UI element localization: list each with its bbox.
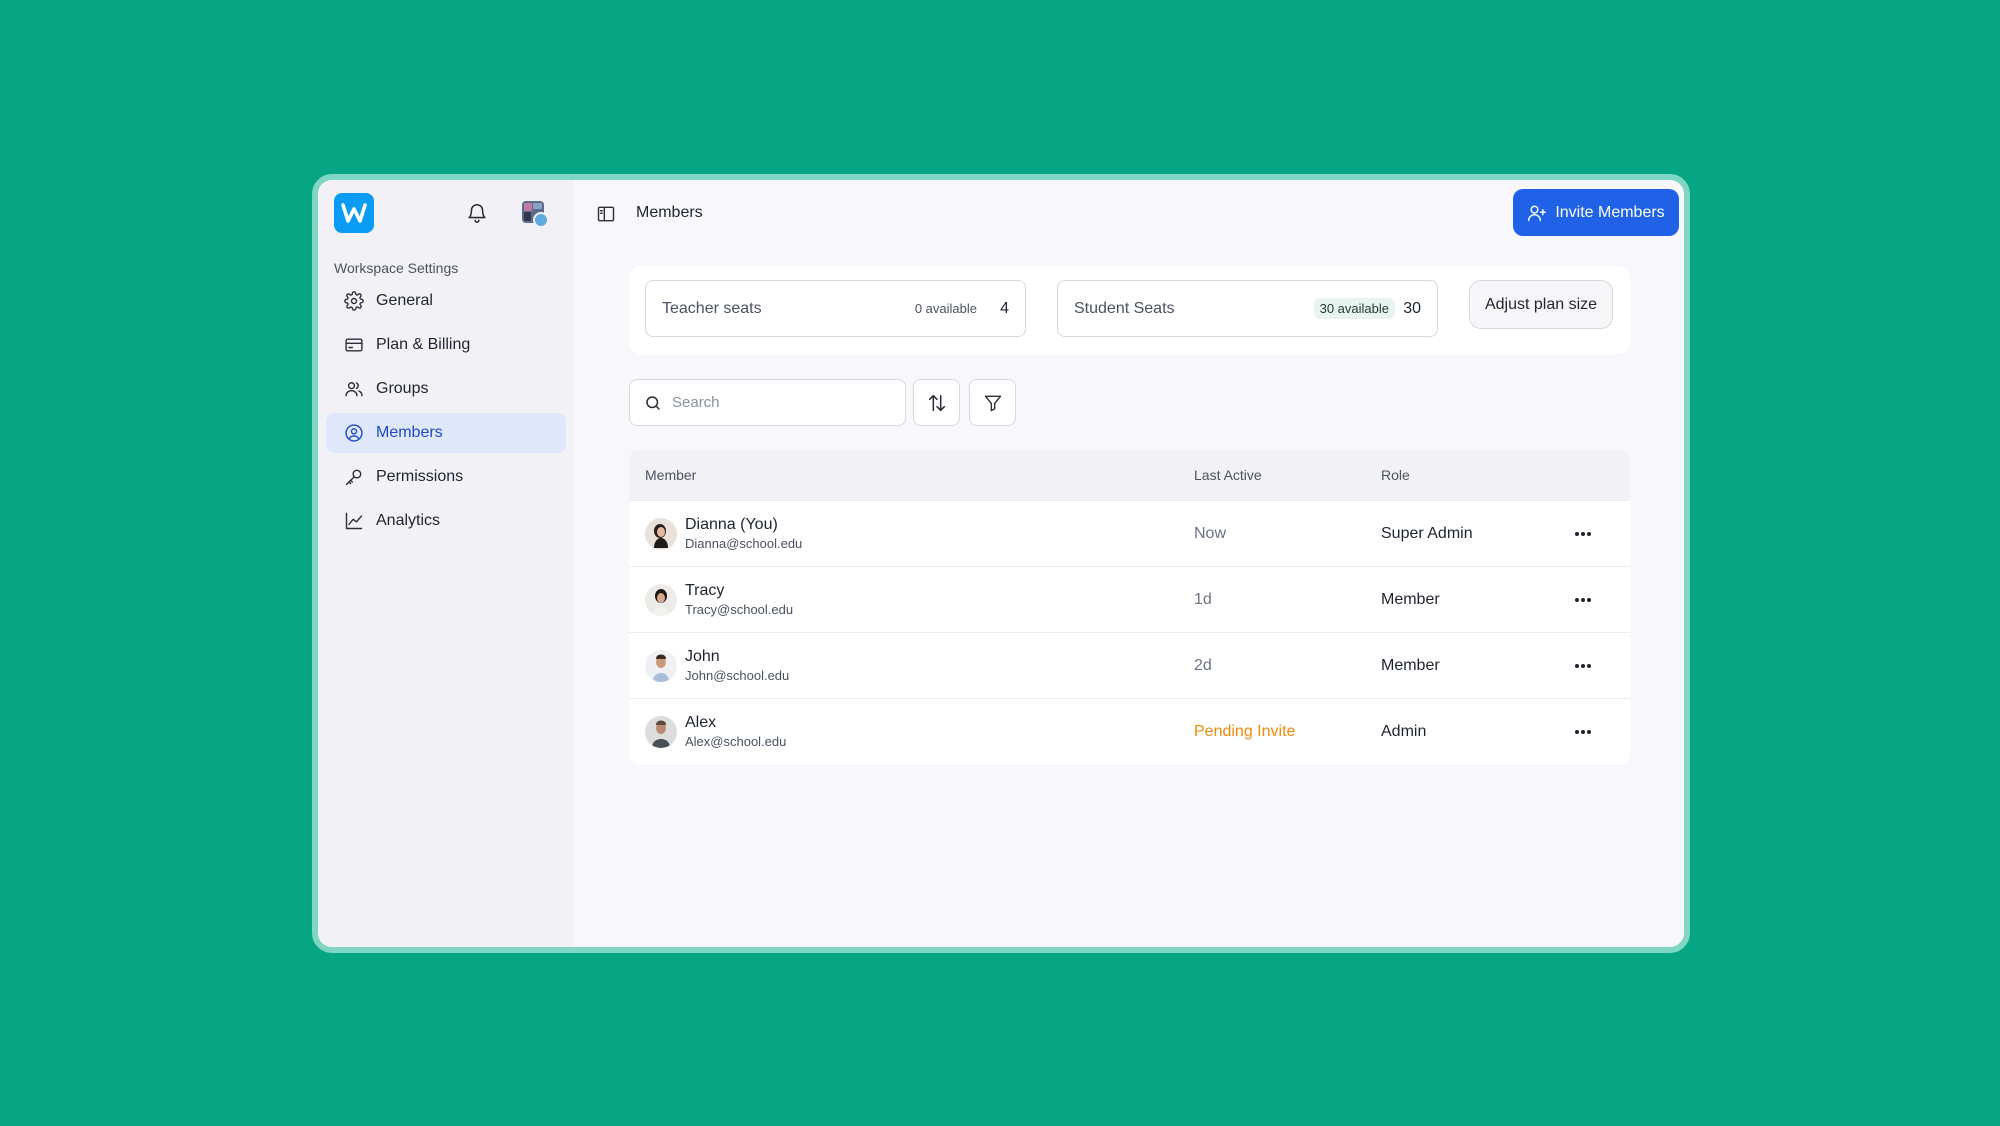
role-column-header[interactable]: Role (1381, 467, 1571, 483)
sidebar-item-label: Plan & Billing (376, 336, 471, 353)
member-name: John (685, 647, 720, 665)
users-icon (344, 379, 364, 399)
sidebar-item-label: General (376, 292, 433, 309)
seats-summary: Teacher seats 0 available 4 Student Seat… (629, 266, 1630, 354)
more-options-icon[interactable] (1571, 594, 1595, 606)
settings-nav: General Plan & Billing Groups Members Pe… (326, 281, 566, 545)
member-name: Tracy (685, 581, 725, 599)
sidebar-item-members[interactable]: Members (326, 413, 566, 453)
last-active: 2d (1194, 656, 1212, 674)
filter-icon (984, 395, 1001, 411)
student-available-badge: 30 available (1313, 298, 1395, 319)
profile-avatar[interactable] (522, 201, 549, 228)
main-content: Members Invite Members Teacher seats 0 a… (574, 180, 1684, 947)
sidebar-item-general[interactable]: General (326, 281, 566, 321)
credit-card-icon (344, 335, 364, 355)
last-active: Now (1194, 524, 1227, 542)
avatar (645, 715, 677, 748)
sidebar-item-label: Members (376, 424, 443, 441)
sidebar-item-permissions[interactable]: Permissions (326, 457, 566, 497)
gear-icon (344, 291, 364, 311)
line-chart-icon (344, 511, 364, 531)
avatar (645, 649, 677, 682)
last-active-column-header[interactable]: Last Active (1194, 467, 1381, 483)
member-email: Dianna@school.edu (685, 535, 803, 551)
key-icon (344, 467, 364, 487)
table-row[interactable]: John John@school.edu 2d Member (629, 632, 1630, 698)
student-seats-box: Student Seats 30 available 30 (1057, 280, 1438, 337)
sort-button[interactable] (913, 379, 960, 426)
member-role: Member (1381, 656, 1440, 674)
pending-invite-status: Pending Invite (1194, 722, 1296, 740)
w-logo-icon (341, 203, 367, 223)
app-window: Workspace Settings General Plan & Billin… (312, 174, 1690, 953)
member-email: John@school.edu (685, 667, 790, 683)
members-table: Member Last Active Role Dianna (You) Dia… (629, 450, 1630, 764)
adjust-plan-size-button[interactable]: Adjust plan size (1469, 280, 1613, 329)
sidebar-item-label: Groups (376, 380, 429, 397)
user-plus-icon (1528, 205, 1547, 221)
student-seat-count: 30 (1403, 299, 1421, 317)
avatar (645, 583, 677, 616)
avatar (645, 517, 677, 550)
table-header: Member Last Active Role (629, 450, 1630, 500)
sidebar-item-analytics[interactable]: Analytics (326, 501, 566, 541)
member-role: Member (1381, 590, 1440, 608)
teacher-seat-count: 4 (1000, 299, 1009, 317)
sort-arrows-icon (928, 394, 945, 411)
workspace-logo[interactable] (334, 193, 374, 233)
search-icon (646, 395, 660, 410)
more-options-icon[interactable] (1571, 660, 1595, 672)
more-options-icon[interactable] (1571, 528, 1595, 540)
search-input[interactable] (672, 394, 892, 411)
student-seats-label: Student Seats (1074, 299, 1175, 317)
more-options-icon[interactable] (1571, 726, 1595, 738)
member-name: Alex (685, 713, 717, 731)
table-row[interactable]: Alex Alex@school.edu Pending Invite Admi… (629, 698, 1630, 764)
member-email: Alex@school.edu (685, 733, 787, 749)
sidebar-item-label: Analytics (376, 512, 441, 529)
search-field[interactable] (629, 379, 906, 426)
invite-members-button[interactable]: Invite Members (1513, 189, 1679, 236)
table-row[interactable]: Tracy Tracy@school.edu 1d Member (629, 566, 1630, 632)
last-active: 1d (1194, 590, 1212, 608)
sidebar-item-groups[interactable]: Groups (326, 369, 566, 409)
member-column-header[interactable]: Member (629, 467, 1194, 483)
member-name: Dianna (You) (685, 515, 778, 533)
sidebar-item-plan-billing[interactable]: Plan & Billing (326, 325, 566, 365)
page-title: Members (636, 204, 703, 221)
section-title: Workspace Settings (334, 260, 459, 276)
member-email: Tracy@school.edu (685, 601, 794, 617)
sidebar: Workspace Settings General Plan & Billin… (318, 180, 574, 947)
teacher-seats-box: Teacher seats 0 available 4 (645, 280, 1026, 337)
filter-button[interactable] (969, 379, 1016, 426)
member-role: Admin (1381, 722, 1427, 740)
table-row[interactable]: Dianna (You) Dianna@school.edu Now Super… (629, 500, 1630, 566)
bell-icon[interactable] (466, 202, 488, 224)
teacher-available-badge: 0 available (914, 301, 977, 316)
sidebar-toggle-icon[interactable] (596, 204, 616, 224)
sidebar-item-label: Permissions (376, 468, 464, 485)
user-circle-icon (344, 423, 364, 443)
teacher-seats-label: Teacher seats (662, 299, 762, 317)
invite-members-label: Invite Members (1555, 203, 1665, 221)
member-role: Super Admin (1381, 524, 1473, 542)
